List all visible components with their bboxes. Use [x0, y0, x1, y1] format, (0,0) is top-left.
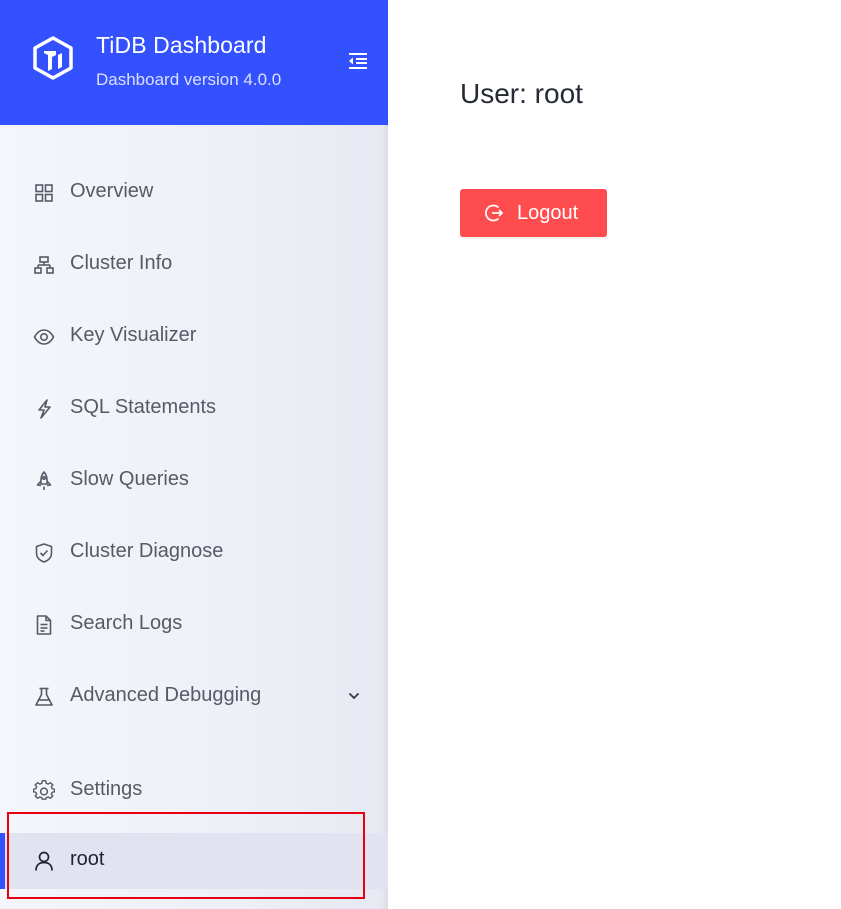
sidebar: TiDB Dashboard Dashboard version 4.0.0 O…: [0, 0, 388, 909]
sidebar-item-label: SQL Statements: [70, 396, 216, 418]
logout-button-label: Logout: [517, 202, 579, 224]
logout-button[interactable]: Logout: [460, 189, 607, 237]
tidb-logo-icon: [32, 36, 74, 80]
brand-header: TiDB Dashboard Dashboard version 4.0.0: [0, 0, 388, 125]
experiment-icon: [33, 686, 55, 708]
sidebar-item-cluster-info[interactable]: Cluster Info: [0, 237, 388, 293]
sidebar-item-key-visualizer[interactable]: Key Visualizer: [0, 309, 388, 365]
gear-icon: [33, 780, 55, 802]
sidebar-item-settings[interactable]: Settings: [0, 763, 388, 819]
sidebar-item-label: root: [70, 848, 105, 870]
page-title: User: root: [460, 78, 583, 109]
sidebar-item-label: Search Logs: [70, 612, 183, 634]
sidebar-item-search-logs[interactable]: Search Logs: [0, 597, 388, 653]
sidebar-item-user-root[interactable]: root: [0, 833, 388, 889]
main-content: User: root Logout: [388, 0, 841, 909]
sidebar-item-label: Advanced Debugging: [70, 684, 262, 706]
safety-check-icon: [33, 542, 55, 564]
menu-fold-icon[interactable]: [346, 50, 370, 72]
user-icon: [33, 850, 55, 872]
thunderbolt-icon: [33, 398, 55, 420]
sidebar-item-label: Overview: [70, 180, 154, 202]
brand-title: TiDB Dashboard: [96, 32, 267, 58]
cluster-icon: [33, 254, 55, 276]
sidebar-item-sql-statements[interactable]: SQL Statements: [0, 381, 388, 437]
appstore-icon: [33, 182, 55, 204]
rocket-icon: [33, 470, 55, 492]
sidebar-item-advanced-debugging[interactable]: Advanced Debugging: [0, 669, 388, 725]
chevron-down-icon[interactable]: [346, 688, 362, 704]
sidebar-item-label: Key Visualizer: [70, 324, 197, 346]
sidebar-item-label: Cluster Diagnose: [70, 540, 224, 562]
sidebar-item-label: Cluster Info: [70, 252, 173, 274]
sidebar-item-slow-queries[interactable]: Slow Queries: [0, 453, 388, 509]
sidebar-item-label: Settings: [70, 778, 143, 800]
logout-icon: [484, 203, 504, 223]
file-text-icon: [33, 614, 55, 636]
sidebar-item-cluster-diagnose[interactable]: Cluster Diagnose: [0, 525, 388, 581]
app-root: TiDB Dashboard Dashboard version 4.0.0 O…: [0, 0, 841, 909]
sidebar-item-label: Slow Queries: [70, 468, 189, 490]
eye-icon: [33, 326, 55, 348]
brand-version: Dashboard version 4.0.0: [96, 70, 282, 89]
sidebar-item-overview[interactable]: Overview: [0, 165, 388, 221]
